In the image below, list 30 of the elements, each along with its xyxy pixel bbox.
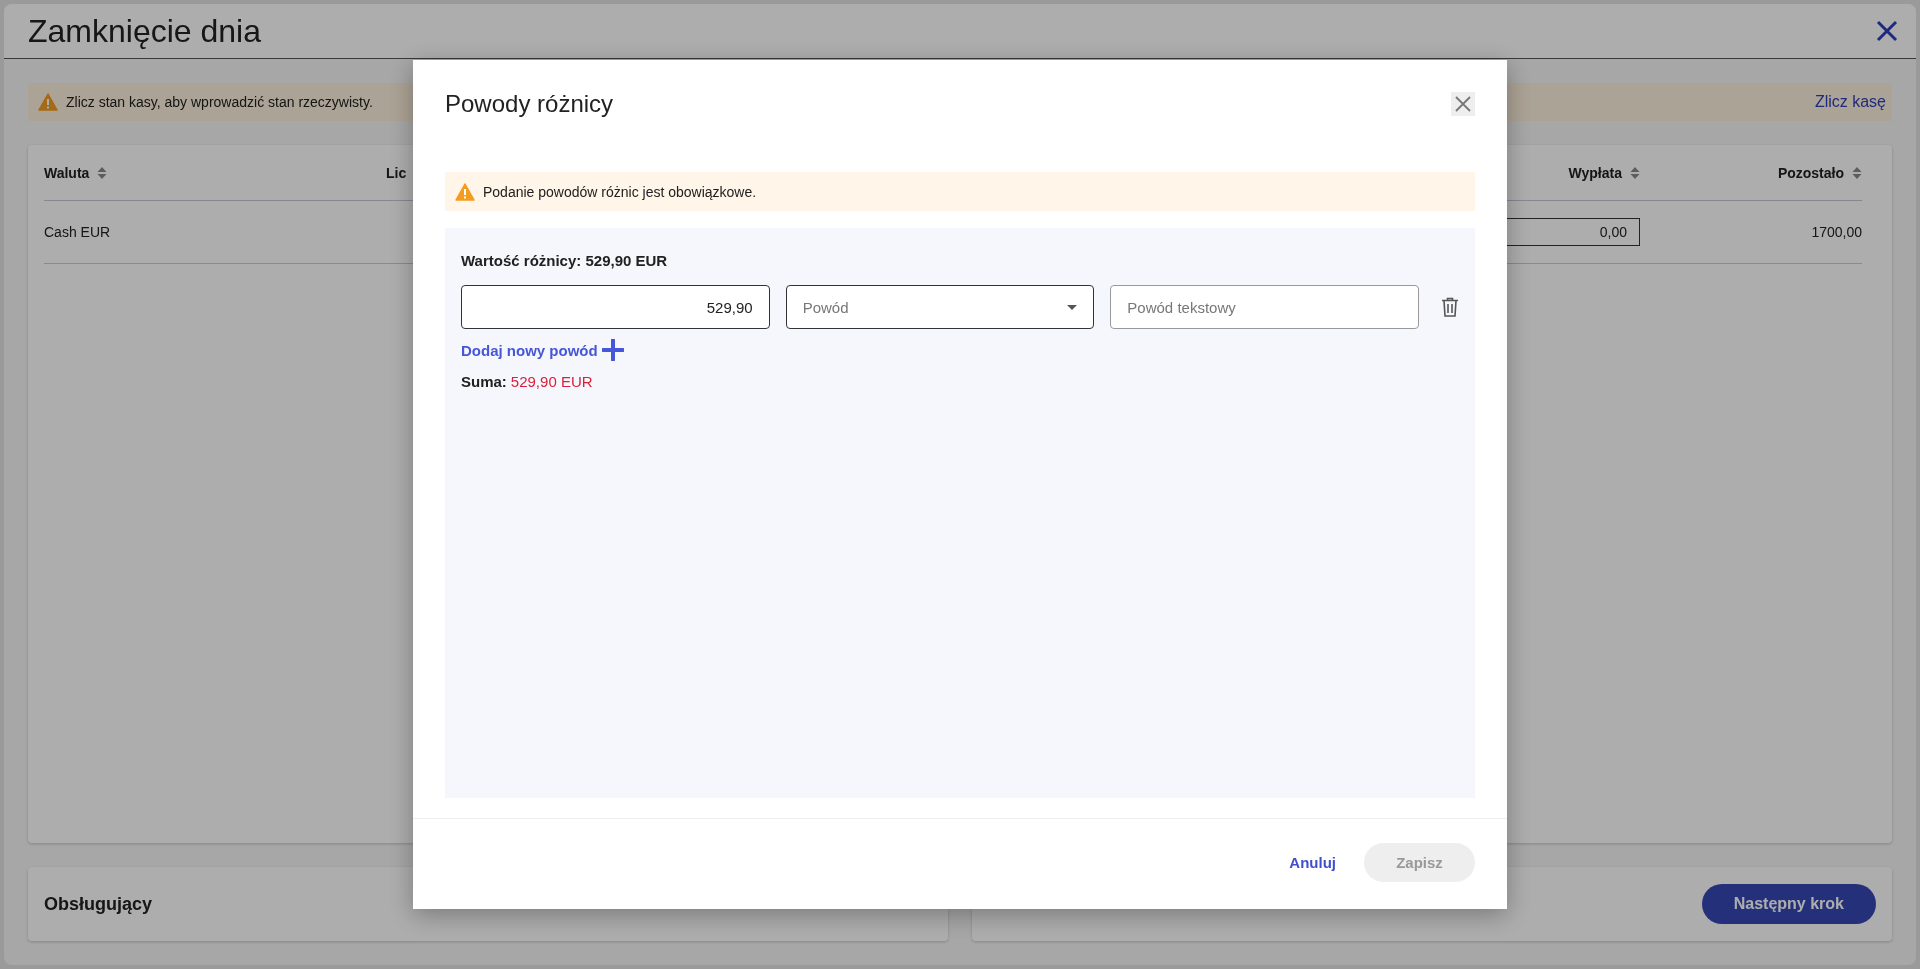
sort-icon[interactable] (1630, 165, 1640, 180)
column-header: Waluta (44, 164, 90, 181)
caret-icon (1067, 304, 1078, 310)
column-header: Lic (386, 164, 407, 181)
sort-icon[interactable] (97, 165, 108, 180)
reason-text-field[interactable]: Powód tekstowy (1110, 285, 1419, 329)
difference-value: Wartość różnicy: 529,90 EUR (461, 252, 669, 269)
page-title: Zamknięcie dnia (28, 12, 261, 50)
operator-label: Obsługujący (44, 893, 153, 915)
sum-label: Suma: (461, 373, 507, 390)
table-cell: Cash EUR (44, 224, 111, 240)
warning-icon (38, 93, 58, 111)
plus-icon (601, 339, 624, 361)
warning-text: Zlicz stan kasy, aby wprowadzić stan rzeczywisty. (66, 94, 373, 110)
count-cash-link[interactable]: Zlicz kasę (1814, 93, 1886, 111)
cancel-button[interactable]: Anuluj (1283, 845, 1342, 879)
table-cell: 1700,00 (1811, 224, 1862, 240)
sum-value: 529,90 EUR (510, 373, 593, 390)
dialog-title: Powody różnicy (445, 90, 614, 118)
add-reason-link[interactable]: Dodaj nowy powód (461, 339, 624, 361)
column-header: Wypłata (1568, 164, 1622, 181)
column-header: Pozostało (1777, 164, 1844, 181)
close-icon[interactable] (1451, 92, 1475, 116)
next-step-button[interactable]: Następny krok (1701, 884, 1876, 924)
warning-text: Podanie powodów różnic jest obowiązkowe. (483, 183, 757, 200)
amount-field[interactable]: 529,90 (461, 285, 770, 329)
reason-dropdown[interactable]: Powód (785, 285, 1095, 329)
warning-icon (455, 182, 475, 201)
close-icon[interactable] (1876, 20, 1898, 42)
sort-icon[interactable] (1852, 165, 1862, 180)
